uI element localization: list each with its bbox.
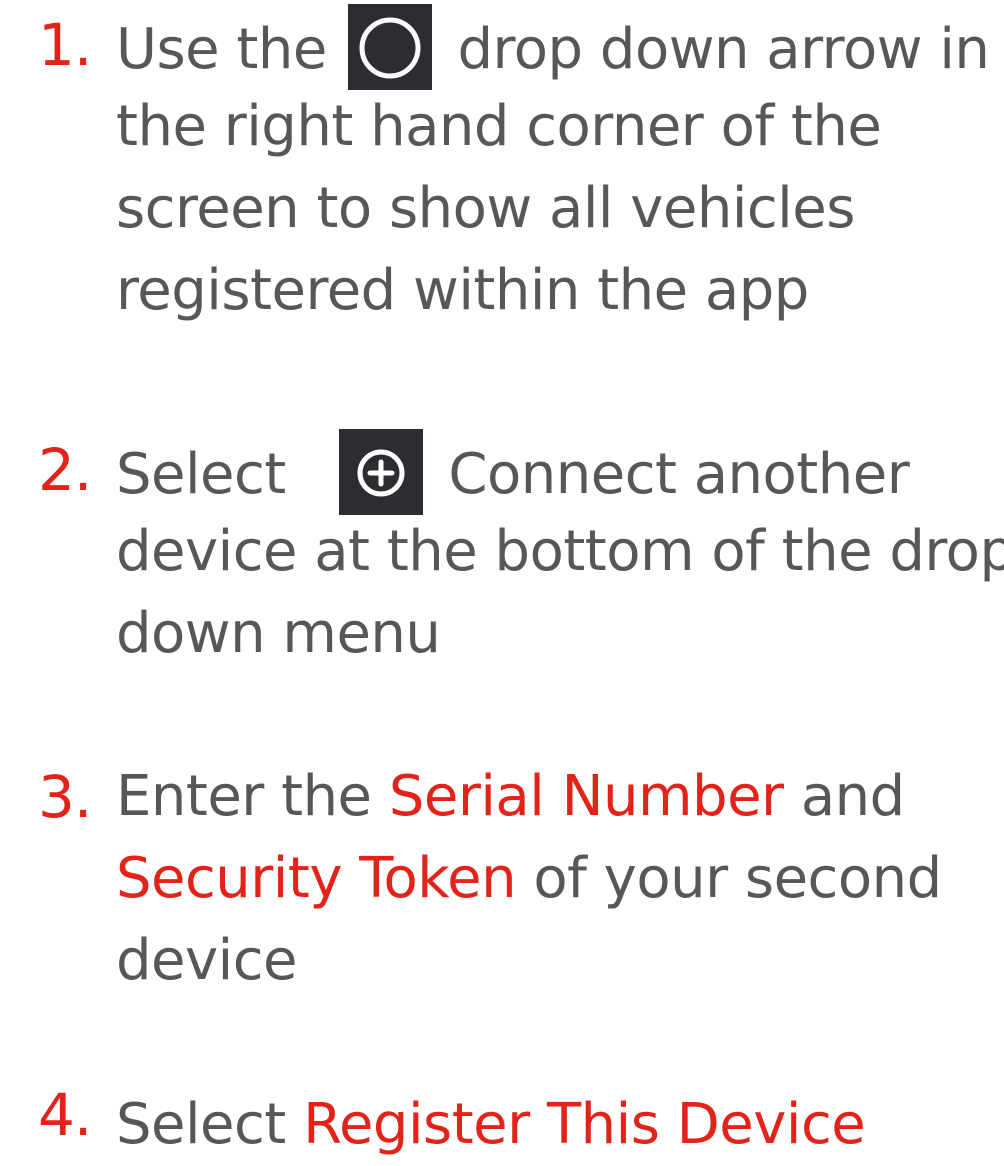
step-number: 2. (38, 436, 92, 504)
step-text-segment: Select (116, 442, 286, 507)
step-line: Use the drop down arrow in (116, 4, 990, 90)
step-number: 4. (38, 1081, 92, 1149)
plus-circle-icon (339, 429, 424, 515)
step-number: 1. (38, 11, 92, 79)
step-text-segment: Connect another (448, 442, 910, 507)
step-line: Select Connect another (116, 429, 986, 515)
step-line: Security Token of your second (116, 838, 986, 920)
step-text: Use the drop down arrow in the right han… (116, 4, 990, 332)
step-text-segment: Select (116, 1092, 286, 1157)
step-line: screen to show all vehicles (116, 176, 855, 241)
step-text-segment: and (800, 764, 905, 829)
step-text-segment: of your second (533, 846, 942, 911)
step-text: Enter the Serial Number and Security Tok… (116, 756, 986, 1002)
step-number: 3. (38, 763, 92, 831)
security-token-highlight: Security Token (116, 846, 517, 911)
step-text-segment: drop down arrow in (457, 17, 990, 82)
register-device-highlight: Register This Device (303, 1092, 866, 1157)
step-line: Select Register This Device (116, 1084, 986, 1166)
step-line: Enter the Serial Number and (116, 756, 986, 838)
step-text: Select Register This Device (116, 1084, 986, 1166)
step-line: the right hand corner of the (116, 94, 882, 159)
step-line: registered within the app (116, 258, 809, 323)
circle-icon (348, 4, 433, 90)
step-text: Select Connect another device at the bot… (116, 429, 1004, 675)
step-text-segment: Use the (116, 17, 327, 82)
serial-number-highlight: Serial Number (388, 764, 784, 829)
step-line: device (116, 928, 297, 993)
step-line: device at the bottom of the drop (116, 519, 1004, 584)
step-line: down menu (116, 601, 441, 666)
step-text-segment: Enter the (116, 764, 372, 829)
